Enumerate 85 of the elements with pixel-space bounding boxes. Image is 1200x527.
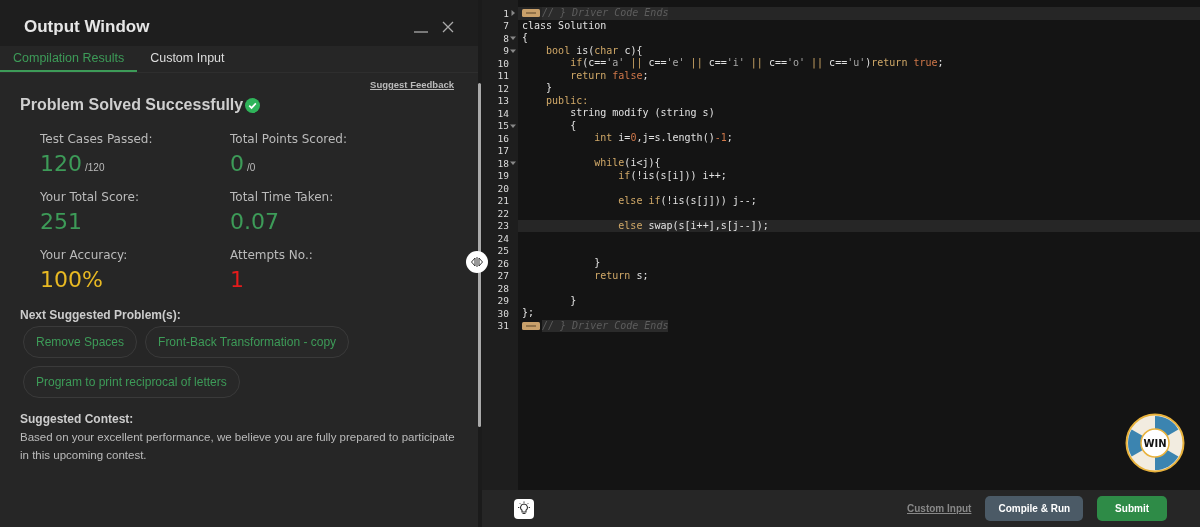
stat-label: Total Points Scored:: [230, 132, 348, 146]
line-number: 30: [497, 307, 509, 319]
stat-label: Total Time Taken:: [230, 190, 335, 204]
scrollbar[interactable]: [478, 83, 481, 427]
stat-label: Test Cases Passed:: [40, 132, 154, 146]
custom-input-link[interactable]: Custom Input: [907, 503, 972, 514]
code-line: public:: [545, 94, 589, 107]
stat-total: /120: [85, 162, 105, 173]
submit-button[interactable]: Submit: [1097, 496, 1167, 521]
code-line: if(!is(s[i])) i++;: [617, 169, 727, 182]
line-number: 22: [497, 207, 509, 219]
code-line: {: [522, 32, 529, 45]
feedback-link[interactable]: Suggest Feedback: [370, 79, 454, 90]
line-number: 23: [497, 220, 509, 232]
stat-label: Attempts No.:: [230, 248, 314, 262]
line-number: 24: [497, 232, 509, 244]
fold-marker-icon[interactable]: [522, 9, 540, 18]
line-number: 17: [497, 145, 509, 157]
stat-value: 0.07: [230, 209, 279, 234]
line-number: 29: [497, 295, 509, 307]
code-line: return s;: [593, 269, 649, 282]
problem-chip[interactable]: Remove Spaces: [23, 326, 138, 358]
code-line: }: [545, 82, 553, 95]
line-number: 18: [497, 157, 509, 169]
line-number: 16: [497, 132, 509, 144]
section-heading: Next Suggested Problem(s):: [20, 308, 182, 322]
lightbulb-icon[interactable]: [514, 498, 534, 519]
code-line: int i=0,j=s.length()-1;: [593, 132, 733, 145]
line-number: 19: [497, 170, 509, 182]
code-line: return false;: [569, 69, 649, 82]
status-heading: Problem Solved Successfully: [20, 96, 244, 114]
line-number: 15: [497, 120, 509, 132]
problem-chip[interactable]: Front-Back Transformation - copy: [145, 326, 350, 358]
splitter-handle[interactable]: [466, 251, 488, 273]
close-icon[interactable]: [442, 21, 454, 33]
code-line: }: [593, 257, 601, 270]
line-number: 9: [503, 45, 509, 57]
section-heading: Suggested Contest:: [20, 412, 135, 426]
check-icon: [245, 97, 261, 113]
line-number: 27: [497, 270, 509, 282]
tab[interactable]: Custom Input: [137, 46, 238, 72]
code-line: }: [569, 294, 577, 307]
stat-total: /0: [247, 162, 256, 173]
stat-value: 0: [230, 151, 244, 176]
fold-arrow-icon[interactable]: [510, 10, 516, 17]
code-line: else if(!is(s[j])) j--;: [617, 194, 757, 207]
stat-value: 100%: [40, 267, 103, 292]
line-number: 7: [503, 20, 509, 32]
line-number: 26: [497, 257, 509, 269]
code-line: if(c=='a' || c=='e' || c=='i' || c=='o' || c=='u')return true;: [569, 57, 944, 70]
line-number: 14: [497, 107, 509, 119]
fold-arrow-icon[interactable]: [510, 160, 516, 167]
code-line: string modify (string s): [569, 107, 715, 120]
stat-value: 120: [40, 151, 82, 176]
code-line: else swap(s[i++],s[j--]);: [617, 219, 769, 232]
line-number: 11: [497, 70, 509, 82]
compile-button[interactable]: Compile & Run: [985, 496, 1084, 521]
line-number: 1: [503, 7, 509, 19]
code-line: bool is(char c){: [545, 44, 643, 57]
fold-arrow-icon[interactable]: [510, 35, 516, 42]
line-number: 31: [497, 320, 509, 332]
line-number: 10: [497, 57, 509, 69]
stat-value: 1: [230, 267, 244, 292]
line-number: 13: [497, 95, 509, 107]
line-number: 12: [497, 82, 509, 94]
fold-marker-icon[interactable]: [522, 321, 540, 330]
line-number: 25: [497, 245, 509, 257]
stat-label: Your Total Score:: [40, 190, 140, 204]
contest-text: Based on your excellent performance, we believe you are fully prepared to participate in this upcoming contest.: [20, 430, 456, 463]
code-line: class Solution: [522, 19, 607, 32]
code-line: while(i<j){: [593, 157, 661, 170]
stat-label: Your Accuracy:: [40, 248, 129, 262]
line-number: 28: [497, 282, 509, 294]
window-title: Output Window: [24, 17, 151, 37]
line-number: 8: [503, 32, 509, 44]
code-line: {: [569, 119, 577, 132]
stat-value: 251: [40, 209, 82, 234]
line-number: 21: [497, 195, 509, 207]
fold-arrow-icon[interactable]: [510, 47, 516, 54]
prize-wheel-icon[interactable]: WIN: [1125, 413, 1185, 473]
problem-chip[interactable]: Program to print reciprocal of letters: [23, 366, 240, 398]
line-number: 20: [497, 182, 509, 194]
fold-arrow-icon[interactable]: [510, 122, 516, 129]
tab[interactable]: Compilation Results: [0, 46, 138, 72]
code-line: };: [522, 307, 535, 320]
